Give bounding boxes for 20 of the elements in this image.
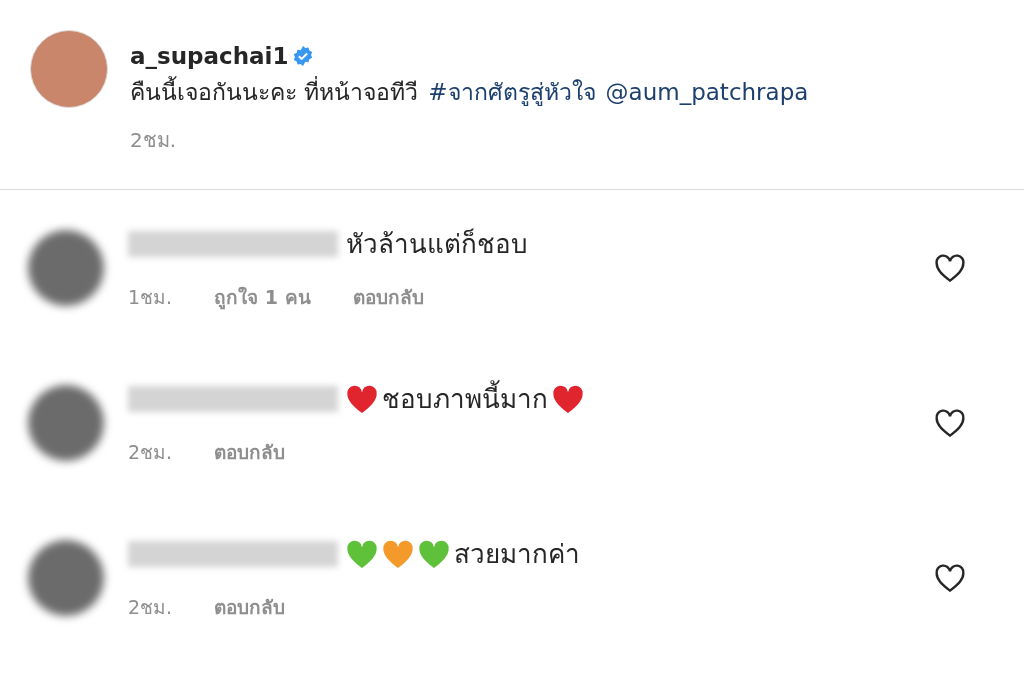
avatar[interactable] bbox=[28, 539, 104, 616]
comment-text: ชอบภาพนี้มาก bbox=[382, 378, 548, 419]
reply-link[interactable]: ตอบกลับ bbox=[214, 437, 286, 467]
avatar[interactable] bbox=[28, 229, 104, 306]
post-time: 2ชม. bbox=[130, 127, 178, 154]
comment-text: หัวล้านแต่ก็ชอบ bbox=[346, 227, 528, 261]
avatar[interactable] bbox=[28, 384, 104, 461]
comment-time: 1ชม. bbox=[128, 285, 173, 310]
comment-text: สวยมากค่า bbox=[454, 538, 580, 571]
comment-time: 2ชม. bbox=[128, 595, 173, 620]
mention-link[interactable]: @aum_patchrapa bbox=[605, 79, 809, 105]
reply-link[interactable]: ตอบกลับ bbox=[352, 282, 424, 312]
like-heart-icon[interactable] bbox=[934, 407, 966, 438]
hashtag-link[interactable]: #จากศัตรูสู่หัวใจ bbox=[428, 79, 596, 105]
like-heart-icon[interactable] bbox=[934, 562, 966, 593]
comment-time: 2ชม. bbox=[128, 440, 173, 465]
like-heart-icon[interactable] bbox=[934, 252, 966, 283]
reply-link[interactable]: ตอบกลับ bbox=[214, 592, 286, 622]
like-count[interactable]: ถูกใจ 1 คน bbox=[214, 282, 311, 312]
username[interactable]: a_supachai1 bbox=[130, 43, 289, 69]
